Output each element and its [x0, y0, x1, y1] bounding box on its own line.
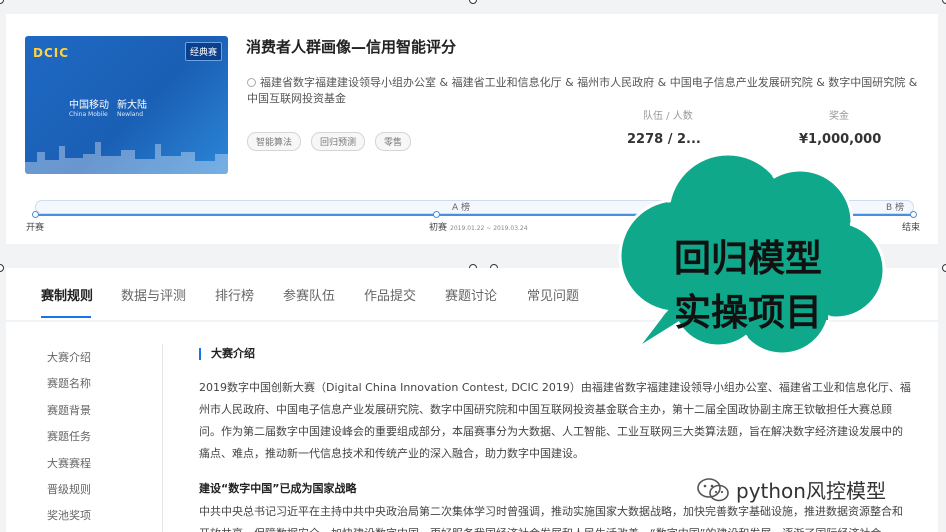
- timeline-end-label: 结束: [902, 223, 921, 233]
- callout-text: 回归模型 实操项目: [674, 237, 822, 334]
- tag-list: 智能算法 回归预测 零售: [247, 132, 412, 151]
- skyline-graphic: [25, 142, 228, 174]
- tab-rules[interactable]: 赛制规则: [41, 285, 93, 304]
- active-tab-indicator: [41, 316, 91, 318]
- tab-submission[interactable]: 作品提交: [364, 285, 416, 304]
- sidebar-item-task[interactable]: 赛题任务: [47, 428, 91, 454]
- selection-handle[interactable]: [0, 264, 4, 272]
- sidebar-divider: [162, 344, 163, 532]
- newland-logo: 新大陆 Newland: [117, 100, 147, 118]
- timeline-prelim-label: 初赛 2019.01.22 ~ 2019.03.24: [429, 223, 528, 233]
- prize-label: 奖金: [829, 111, 849, 122]
- tag-badge[interactable]: 零售: [375, 132, 412, 151]
- organizer-icon: [247, 78, 256, 87]
- tab-teams[interactable]: 参赛队伍: [283, 285, 335, 304]
- timeline-start-dot: [32, 211, 39, 218]
- wechat-watermark: python风控模型: [696, 475, 886, 504]
- selection-handle[interactable]: [942, 264, 946, 272]
- tab-data-evaluation[interactable]: 数据与评测: [121, 285, 186, 304]
- selection-handle[interactable]: [469, 0, 477, 4]
- sidebar-item-intro[interactable]: 大赛介绍: [47, 349, 91, 375]
- strategy-paragraph: 中共中央总书记习近平在主持中共中央政治局第二次集体学习时曾强调，推动实施国家大数…: [199, 505, 903, 532]
- organizers: 福建省数字福建建设领导小组办公室 & 福建省工业和信息化厅 & 福州市人民政府 …: [247, 76, 918, 105]
- wechat-icon: [697, 477, 729, 501]
- tag-badge[interactable]: 智能算法: [247, 132, 302, 151]
- tab-discussion[interactable]: 赛题讨论: [445, 285, 497, 304]
- a-board-label: A 榜: [452, 203, 471, 213]
- section-sidebar: 大赛介绍 赛题名称 赛题背景 赛题任务 大赛赛程 晋级规则 奖池奖项: [47, 349, 91, 532]
- sidebar-item-promotion[interactable]: 晋级规则: [47, 481, 91, 507]
- timeline-start-label: 开赛: [26, 223, 45, 233]
- timeline-prelim-dot: [433, 211, 440, 218]
- china-mobile-logo: 中国移动 China Mobile: [69, 100, 109, 118]
- competition-banner[interactable]: DCIC 经典赛 中国移动 China Mobile 新大陆 Newland: [25, 36, 228, 174]
- classic-tag: 经典赛: [184, 42, 222, 61]
- sidebar-item-schedule[interactable]: 大赛赛程: [47, 455, 91, 481]
- competition-title: 消费者人群画像—信用智能评分: [246, 38, 457, 56]
- selection-handle[interactable]: [942, 0, 946, 4]
- tab-leaderboard[interactable]: 排行榜: [215, 285, 254, 304]
- sponsor-logos: 中国移动 China Mobile 新大陆 Newland: [69, 96, 147, 118]
- section-title: 大赛介绍: [199, 348, 255, 360]
- selection-handle[interactable]: [0, 0, 4, 4]
- tag-badge[interactable]: 回归预测: [311, 132, 366, 151]
- sidebar-item-name[interactable]: 赛题名称: [47, 375, 91, 401]
- sidebar-item-prizes[interactable]: 奖池奖项: [47, 507, 91, 532]
- intro-paragraph: 2019数字中国创新大赛（Digital China Innovation Co…: [199, 381, 911, 460]
- section-subtitle: 建设“数字中国”已成为国家战略: [199, 482, 357, 495]
- teams-label: 队伍 / 人数: [643, 111, 693, 122]
- timeline-end-dot: [910, 211, 917, 218]
- dcic-logo: DCIC: [33, 46, 70, 60]
- sidebar-item-background[interactable]: 赛题背景: [47, 402, 91, 428]
- watermark-text: python风控模型: [736, 479, 886, 503]
